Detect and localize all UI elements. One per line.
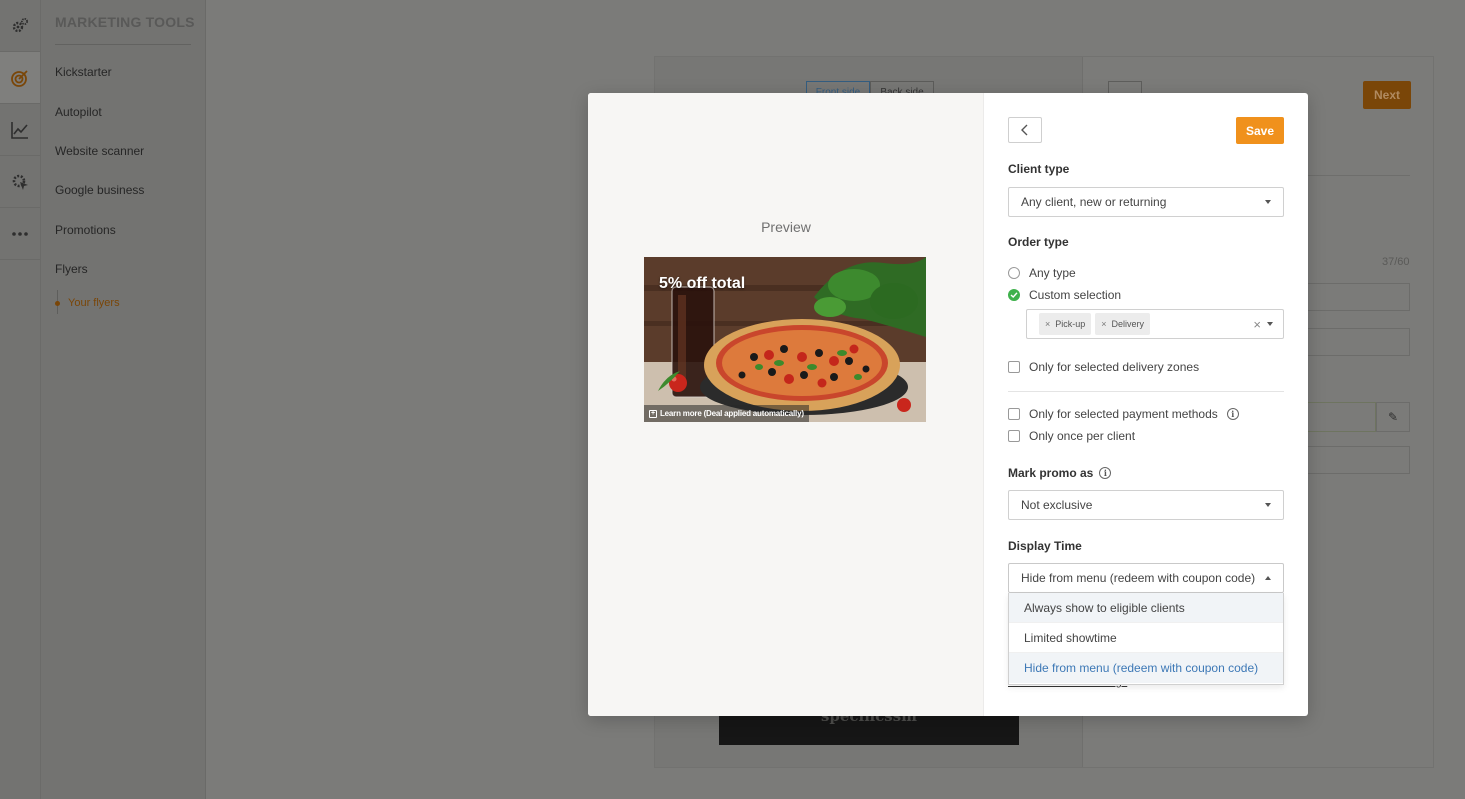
dropdown-option-limited-showtime[interactable]: Limited showtime [1009, 623, 1283, 653]
checkbox[interactable] [1008, 430, 1020, 442]
settings-pane: Save Client type Any client, new or retu… [984, 93, 1308, 716]
rail-marketing[interactable] [0, 52, 40, 104]
tag-label: Pick-up [1055, 319, 1086, 329]
dropdown-option-hide-from-menu[interactable]: Hide from menu (redeem with coupon code) [1009, 653, 1283, 683]
chevron-up-icon [1265, 576, 1271, 580]
display-time-dropdown: Always show to eligible clients Limited … [1008, 593, 1284, 685]
more-dots-icon [12, 231, 28, 236]
submenu-item-promotions[interactable]: Promotions [55, 223, 116, 237]
submenu-item-google-business[interactable]: Google business [55, 183, 144, 197]
check-once-per-client[interactable]: Only once per client [1008, 429, 1135, 443]
flyer-learn-more: + Learn more (Deal applied automatically… [644, 405, 809, 422]
rail-more[interactable] [0, 208, 40, 260]
flyer-learn-more-text: Learn more (Deal applied automatically) [660, 409, 804, 418]
radio-any-type-label: Any type [1029, 266, 1076, 280]
info-icon[interactable]: i [1099, 467, 1112, 479]
tag-pick-up[interactable]: × Pick-up [1039, 313, 1092, 335]
chevron-down-icon [1265, 503, 1271, 507]
active-dot [55, 300, 60, 306]
client-type-label: Client type [1008, 162, 1070, 176]
chevron-left-icon [1021, 124, 1028, 136]
marketing-submenu: MARKETING TOOLS Kickstarter Autopilot We… [41, 0, 206, 799]
submenu-divider [55, 44, 191, 45]
tag-label: Delivery [1111, 319, 1145, 329]
check-payment-methods[interactable]: Only for selected payment methods i [1008, 407, 1239, 421]
settings-divider [1008, 391, 1284, 392]
plus-box-icon: + [649, 409, 657, 418]
mark-promo-label: Mark promo as i [1008, 466, 1112, 480]
preview-label: Preview [761, 219, 811, 235]
background-char-count: 37/60 [1382, 256, 1410, 268]
client-type-select[interactable]: Any client, new or returning [1008, 187, 1284, 217]
checkbox[interactable] [1008, 408, 1020, 420]
tag-remove-icon[interactable]: × [1045, 319, 1050, 329]
target-icon [11, 69, 28, 87]
mark-promo-label-text: Mark promo as [1008, 466, 1094, 480]
radio-any-type[interactable]: Any type [1008, 266, 1076, 280]
chevron-down-icon [1265, 200, 1271, 204]
submenu-item-autopilot[interactable]: Autopilot [55, 105, 102, 119]
submenu-title: MARKETING TOOLS [55, 14, 195, 30]
submenu-item-your-flyers[interactable]: Your flyers [55, 297, 120, 309]
check-delivery-zones[interactable]: Only for selected delivery zones [1008, 360, 1199, 374]
icon-rail [0, 0, 41, 799]
chevron-down-icon[interactable] [1267, 322, 1273, 326]
background-next-button[interactable]: Next [1363, 81, 1411, 109]
flyer-preview: 5% off total + Learn more (Deal applied … [644, 257, 926, 422]
submenu-item-flyers[interactable]: Flyers [55, 262, 88, 276]
pencil-icon[interactable]: ✎ [1376, 402, 1410, 432]
preview-pane: Preview 5% off total + Learn more (Deal … [588, 93, 984, 716]
radio-custom-selection-label: Custom selection [1029, 288, 1122, 302]
tag-delivery[interactable]: × Delivery [1095, 313, 1151, 335]
chart-line-icon [11, 121, 28, 139]
checkbox[interactable] [1008, 361, 1020, 373]
gear-cursor-icon [12, 174, 28, 190]
radio-circle[interactable] [1008, 267, 1020, 279]
rail-settings[interactable] [0, 0, 40, 52]
clear-icon[interactable]: × [1253, 317, 1261, 332]
rail-reports[interactable] [0, 104, 40, 156]
submenu-item-website-scanner[interactable]: Website scanner [55, 144, 144, 158]
dropdown-option-always-show[interactable]: Always show to eligible clients [1009, 593, 1283, 623]
client-type-value: Any client, new or returning [1021, 195, 1167, 209]
info-icon[interactable]: i [1226, 408, 1239, 420]
rail-tools[interactable] [0, 156, 40, 208]
check-payment-methods-label: Only for selected payment methods [1029, 407, 1218, 421]
gears-icon [12, 17, 28, 32]
save-button[interactable]: Save [1236, 117, 1284, 144]
display-time-value: Hide from menu (redeem with coupon code) [1021, 571, 1256, 585]
order-type-label: Order type [1008, 235, 1069, 249]
check-circle-icon[interactable] [1008, 289, 1020, 301]
submenu-item-kickstarter[interactable]: Kickstarter [55, 65, 112, 79]
check-once-per-client-label: Only once per client [1029, 429, 1136, 443]
tag-remove-icon[interactable]: × [1101, 319, 1106, 329]
display-time-label: Display Time [1008, 539, 1082, 553]
back-button[interactable] [1008, 117, 1042, 143]
submenu-sub-label: Your flyers [68, 297, 120, 309]
order-type-multiselect[interactable]: × Pick-up × Delivery × [1026, 309, 1284, 339]
flyer-title: 5% off total [659, 275, 746, 292]
promo-settings-modal: Preview 5% off total + Learn more (Deal … [588, 93, 1308, 716]
mark-promo-select[interactable]: Not exclusive [1008, 490, 1284, 520]
mark-promo-value: Not exclusive [1021, 498, 1093, 512]
display-time-select[interactable]: Hide from menu (redeem with coupon code) [1008, 563, 1284, 593]
check-delivery-zones-label: Only for selected delivery zones [1029, 360, 1200, 374]
radio-custom-selection[interactable]: Custom selection [1008, 288, 1121, 302]
